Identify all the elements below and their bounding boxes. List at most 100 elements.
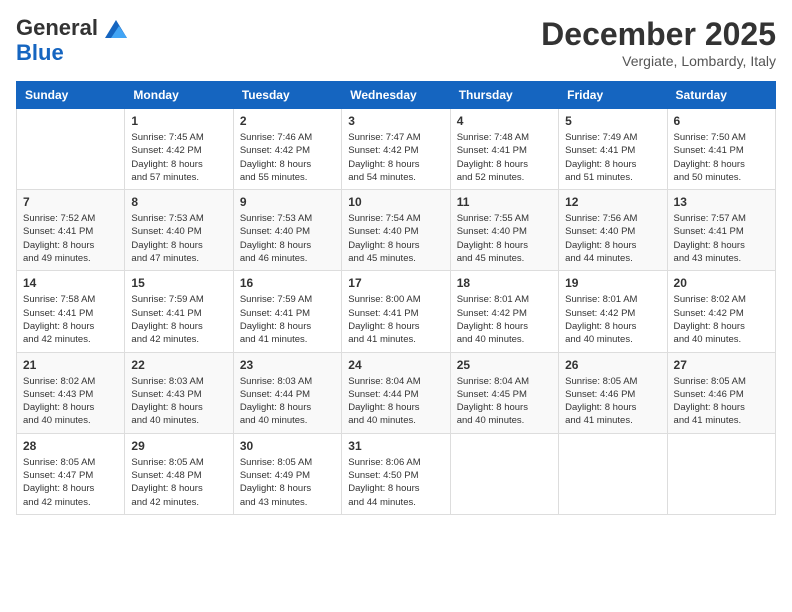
day-info: Sunrise: 8:01 AM Sunset: 4:42 PM Dayligh…: [457, 293, 552, 346]
day-info: Sunrise: 8:06 AM Sunset: 4:50 PM Dayligh…: [348, 456, 443, 509]
day-info: Sunrise: 7:46 AM Sunset: 4:42 PM Dayligh…: [240, 131, 335, 184]
calendar-cell: 26 Sunrise: 8:05 AM Sunset: 4:46 PM Dayli…: [559, 352, 667, 433]
day-number: 16: [240, 276, 335, 290]
day-info: Sunrise: 8:03 AM Sunset: 4:43 PM Dayligh…: [131, 375, 226, 428]
calendar-cell: 12 Sunrise: 7:56 AM Sunset: 4:40 PM Dayli…: [559, 190, 667, 271]
day-number: 1: [131, 114, 226, 128]
calendar-cell: [450, 433, 558, 514]
day-number: 5: [565, 114, 660, 128]
day-number: 17: [348, 276, 443, 290]
day-number: 28: [23, 439, 118, 453]
day-number: 12: [565, 195, 660, 209]
day-number: 13: [674, 195, 769, 209]
page-header: General Blue December 2025 Vergiate, Lom…: [16, 16, 776, 69]
day-number: 2: [240, 114, 335, 128]
day-info: Sunrise: 8:02 AM Sunset: 4:42 PM Dayligh…: [674, 293, 769, 346]
day-info: Sunrise: 7:45 AM Sunset: 4:42 PM Dayligh…: [131, 131, 226, 184]
calendar-table: SundayMondayTuesdayWednesdayThursdayFrid…: [16, 81, 776, 515]
day-info: Sunrise: 8:05 AM Sunset: 4:48 PM Dayligh…: [131, 456, 226, 509]
calendar-cell: 31Sunrise: 8:06 AM Sunset: 4:50 PM Dayli…: [342, 433, 450, 514]
calendar-cell: 13 Sunrise: 7:57 AM Sunset: 4:41 PM Dayli…: [667, 190, 775, 271]
calendar-cell: 1 Sunrise: 7:45 AM Sunset: 4:42 PM Daylig…: [125, 109, 233, 190]
calendar-cell: 9 Sunrise: 7:53 AM Sunset: 4:40 PM Daylig…: [233, 190, 341, 271]
weekday-header-friday: Friday: [559, 82, 667, 109]
day-info: Sunrise: 8:05 AM Sunset: 4:46 PM Dayligh…: [565, 375, 660, 428]
day-info: Sunrise: 8:00 AM Sunset: 4:41 PM Dayligh…: [348, 293, 443, 346]
calendar-cell: [667, 433, 775, 514]
weekday-header-monday: Monday: [125, 82, 233, 109]
day-number: 29: [131, 439, 226, 453]
day-number: 23: [240, 358, 335, 372]
day-info: Sunrise: 7:54 AM Sunset: 4:40 PM Dayligh…: [348, 212, 443, 265]
day-number: 27: [674, 358, 769, 372]
calendar-cell: 23 Sunrise: 8:03 AM Sunset: 4:44 PM Dayli…: [233, 352, 341, 433]
day-info: Sunrise: 7:47 AM Sunset: 4:42 PM Dayligh…: [348, 131, 443, 184]
calendar-cell: 6 Sunrise: 7:50 AM Sunset: 4:41 PM Daylig…: [667, 109, 775, 190]
calendar-cell: 30Sunrise: 8:05 AM Sunset: 4:49 PM Dayli…: [233, 433, 341, 514]
day-info: Sunrise: 8:01 AM Sunset: 4:42 PM Dayligh…: [565, 293, 660, 346]
calendar-cell: 24 Sunrise: 8:04 AM Sunset: 4:44 PM Dayli…: [342, 352, 450, 433]
day-number: 19: [565, 276, 660, 290]
calendar-cell: 20 Sunrise: 8:02 AM Sunset: 4:42 PM Dayli…: [667, 271, 775, 352]
day-number: 26: [565, 358, 660, 372]
weekday-header-thursday: Thursday: [450, 82, 558, 109]
day-info: Sunrise: 7:56 AM Sunset: 4:40 PM Dayligh…: [565, 212, 660, 265]
day-info: Sunrise: 7:50 AM Sunset: 4:41 PM Dayligh…: [674, 131, 769, 184]
location-title: Vergiate, Lombardy, Italy: [541, 53, 776, 69]
calendar-cell: 7Sunrise: 7:52 AM Sunset: 4:41 PM Daylig…: [17, 190, 125, 271]
logo-text-line2: Blue: [16, 40, 64, 65]
day-info: Sunrise: 7:49 AM Sunset: 4:41 PM Dayligh…: [565, 131, 660, 184]
day-info: Sunrise: 8:04 AM Sunset: 4:45 PM Dayligh…: [457, 375, 552, 428]
calendar-cell: [17, 109, 125, 190]
calendar-cell: 17 Sunrise: 8:00 AM Sunset: 4:41 PM Dayli…: [342, 271, 450, 352]
calendar-week-0: 1 Sunrise: 7:45 AM Sunset: 4:42 PM Daylig…: [17, 109, 776, 190]
day-number: 24: [348, 358, 443, 372]
weekday-header-wednesday: Wednesday: [342, 82, 450, 109]
day-number: 30: [240, 439, 335, 453]
day-info: Sunrise: 8:05 AM Sunset: 4:47 PM Dayligh…: [23, 456, 118, 509]
day-number: 20: [674, 276, 769, 290]
day-number: 6: [674, 114, 769, 128]
day-number: 15: [131, 276, 226, 290]
day-number: 7: [23, 195, 118, 209]
calendar-cell: 27 Sunrise: 8:05 AM Sunset: 4:46 PM Dayli…: [667, 352, 775, 433]
day-number: 25: [457, 358, 552, 372]
calendar-cell: 25 Sunrise: 8:04 AM Sunset: 4:45 PM Dayli…: [450, 352, 558, 433]
calendar-week-4: 28 Sunrise: 8:05 AM Sunset: 4:47 PM Dayli…: [17, 433, 776, 514]
calendar-cell: 11Sunrise: 7:55 AM Sunset: 4:40 PM Dayli…: [450, 190, 558, 271]
calendar-cell: 19 Sunrise: 8:01 AM Sunset: 4:42 PM Dayli…: [559, 271, 667, 352]
calendar-cell: 29 Sunrise: 8:05 AM Sunset: 4:48 PM Dayli…: [125, 433, 233, 514]
day-info: Sunrise: 7:57 AM Sunset: 4:41 PM Dayligh…: [674, 212, 769, 265]
calendar-cell: [559, 433, 667, 514]
calendar-week-2: 14Sunrise: 7:58 AM Sunset: 4:41 PM Dayli…: [17, 271, 776, 352]
logo: General Blue: [16, 16, 127, 66]
calendar-cell: 28 Sunrise: 8:05 AM Sunset: 4:47 PM Dayli…: [17, 433, 125, 514]
day-info: Sunrise: 8:03 AM Sunset: 4:44 PM Dayligh…: [240, 375, 335, 428]
day-info: Sunrise: 8:02 AM Sunset: 4:43 PM Dayligh…: [23, 375, 118, 428]
day-number: 21: [23, 358, 118, 372]
weekday-header-tuesday: Tuesday: [233, 82, 341, 109]
weekday-row: SundayMondayTuesdayWednesdayThursdayFrid…: [17, 82, 776, 109]
day-info: Sunrise: 8:05 AM Sunset: 4:46 PM Dayligh…: [674, 375, 769, 428]
day-info: Sunrise: 7:58 AM Sunset: 4:41 PM Dayligh…: [23, 293, 118, 346]
day-info: Sunrise: 7:53 AM Sunset: 4:40 PM Dayligh…: [131, 212, 226, 265]
day-info: Sunrise: 7:59 AM Sunset: 4:41 PM Dayligh…: [240, 293, 335, 346]
calendar-cell: 4Sunrise: 7:48 AM Sunset: 4:41 PM Daylig…: [450, 109, 558, 190]
calendar-cell: 8Sunrise: 7:53 AM Sunset: 4:40 PM Daylig…: [125, 190, 233, 271]
weekday-header-saturday: Saturday: [667, 82, 775, 109]
calendar-cell: 21 Sunrise: 8:02 AM Sunset: 4:43 PM Dayli…: [17, 352, 125, 433]
day-info: Sunrise: 7:53 AM Sunset: 4:40 PM Dayligh…: [240, 212, 335, 265]
calendar-week-1: 7Sunrise: 7:52 AM Sunset: 4:41 PM Daylig…: [17, 190, 776, 271]
logo-icon: [105, 20, 127, 38]
day-info: Sunrise: 8:04 AM Sunset: 4:44 PM Dayligh…: [348, 375, 443, 428]
calendar-cell: 5 Sunrise: 7:49 AM Sunset: 4:41 PM Daylig…: [559, 109, 667, 190]
day-number: 11: [457, 195, 552, 209]
day-info: Sunrise: 7:59 AM Sunset: 4:41 PM Dayligh…: [131, 293, 226, 346]
calendar-cell: 2 Sunrise: 7:46 AM Sunset: 4:42 PM Daylig…: [233, 109, 341, 190]
month-title: December 2025: [541, 16, 776, 53]
day-number: 9: [240, 195, 335, 209]
calendar-cell: 22 Sunrise: 8:03 AM Sunset: 4:43 PM Dayli…: [125, 352, 233, 433]
calendar-body: 1 Sunrise: 7:45 AM Sunset: 4:42 PM Daylig…: [17, 109, 776, 515]
day-number: 22: [131, 358, 226, 372]
title-block: December 2025 Vergiate, Lombardy, Italy: [541, 16, 776, 69]
